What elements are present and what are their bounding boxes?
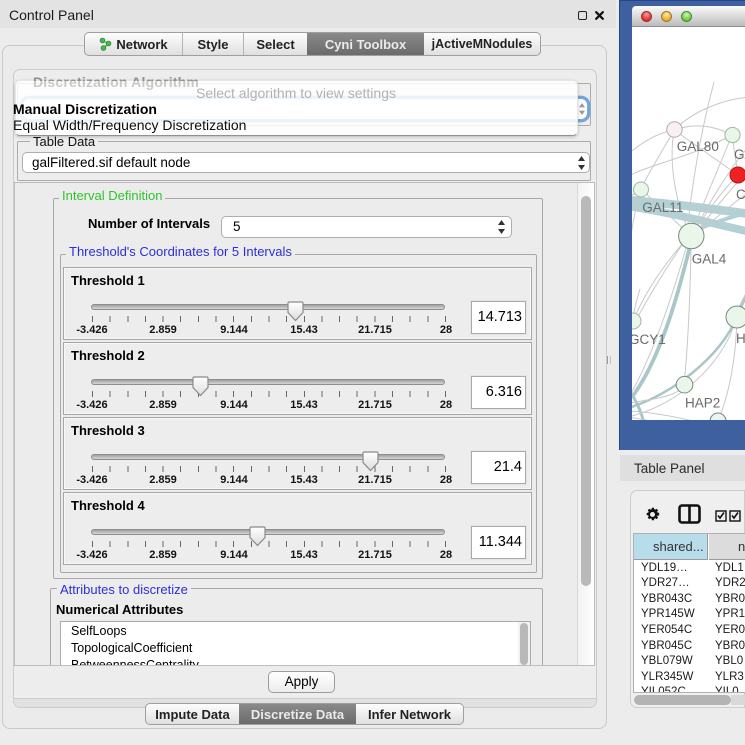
svg-text:GAL80: GAL80 xyxy=(677,139,719,154)
svg-text:GA: GA xyxy=(734,147,745,162)
svg-text:HAP2: HAP2 xyxy=(685,396,720,411)
svg-text:GCY1: GCY1 xyxy=(632,332,666,347)
svg-text:GAL11: GAL11 xyxy=(642,200,683,215)
svg-text:H: H xyxy=(736,331,745,346)
svg-text:C: C xyxy=(736,187,745,202)
svg-text:GAL4: GAL4 xyxy=(692,252,727,267)
